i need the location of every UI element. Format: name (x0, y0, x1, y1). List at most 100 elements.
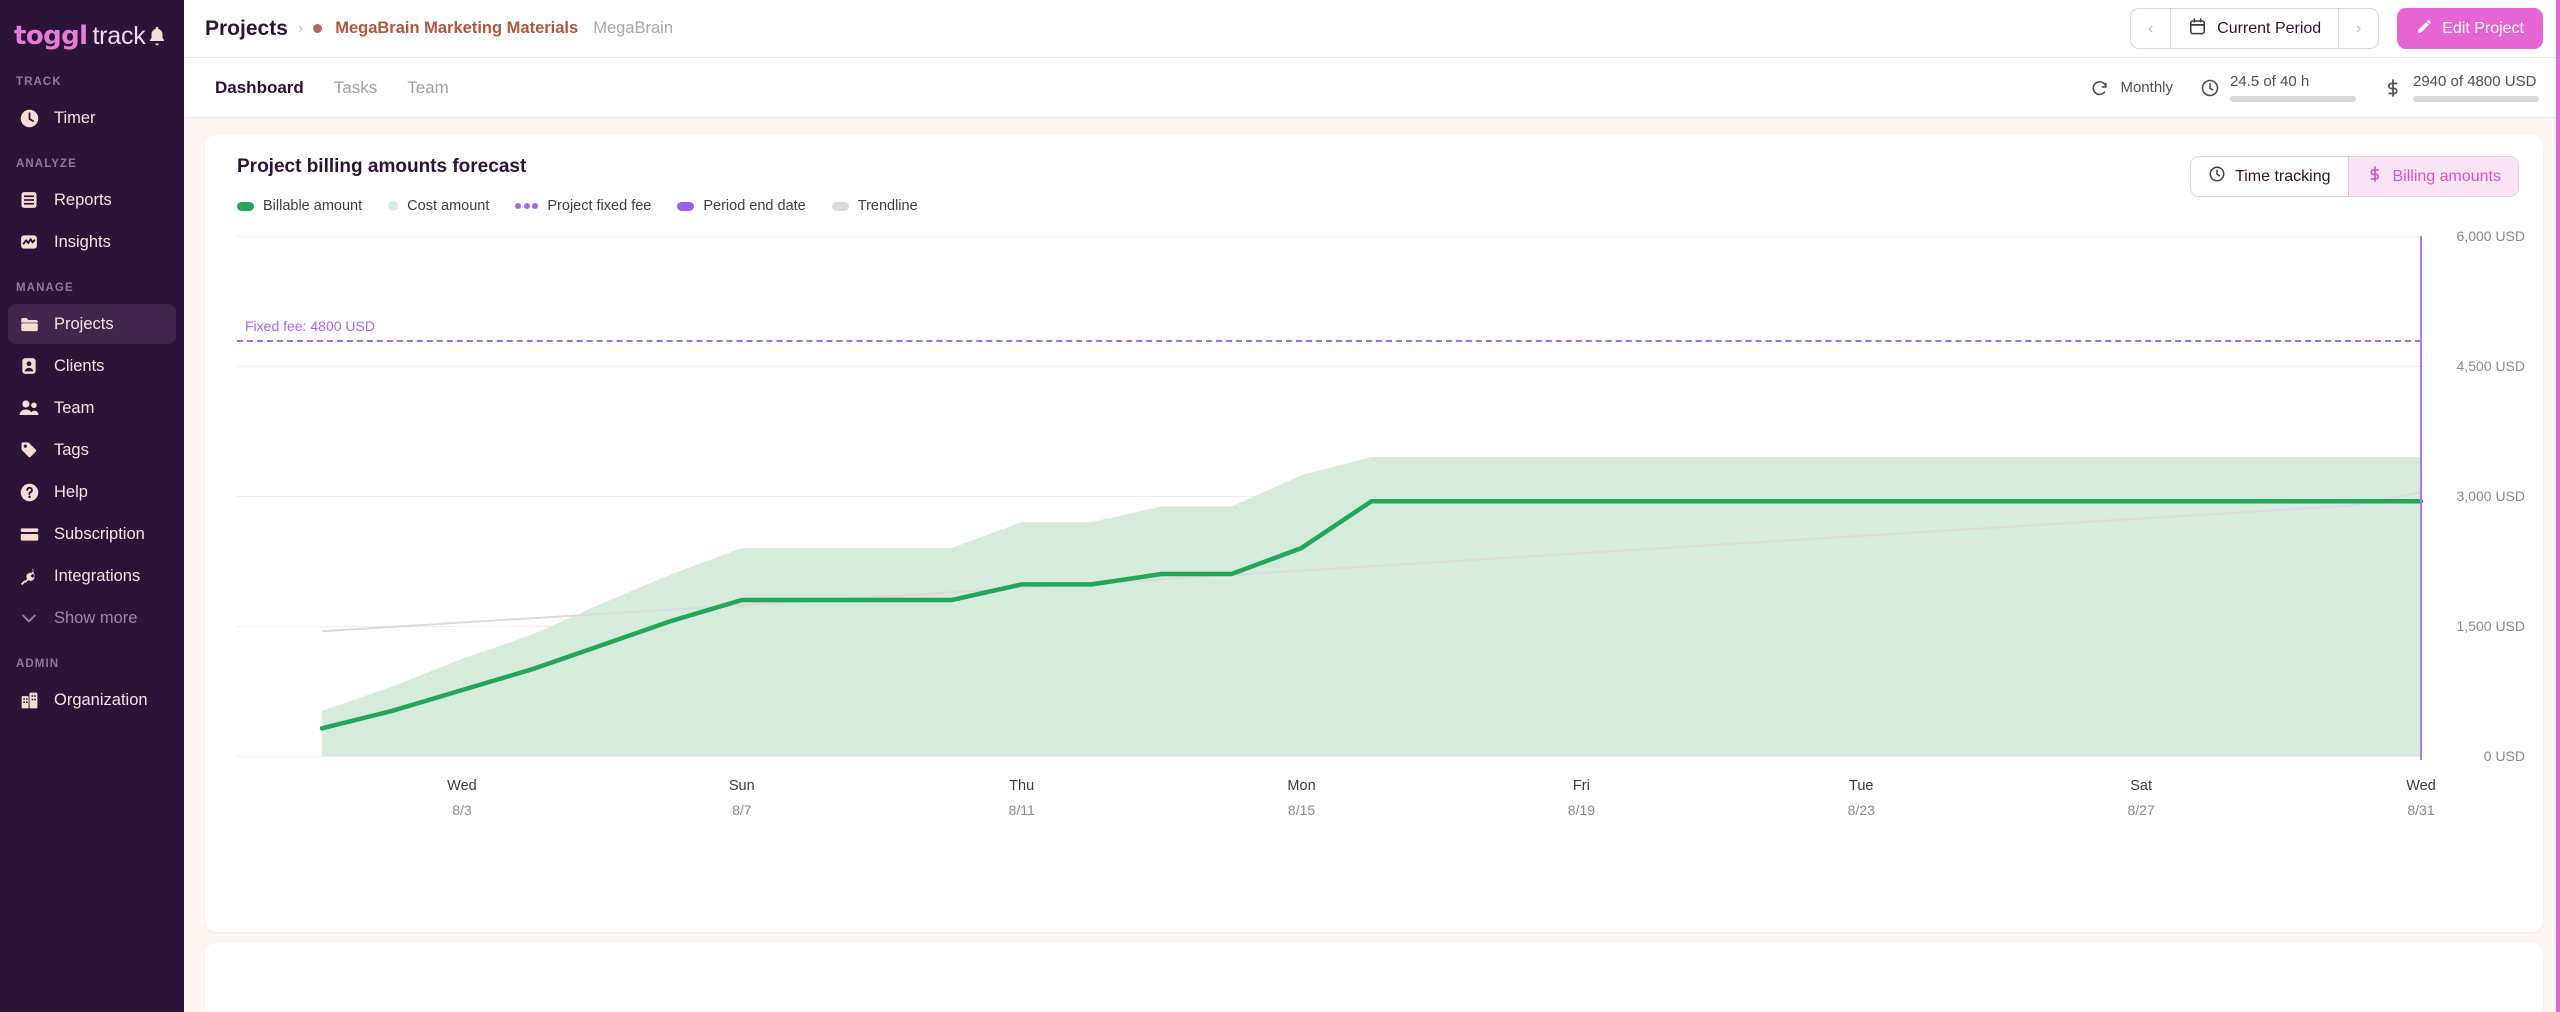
x-axis-tick: Tue 8/23 (1848, 778, 1875, 818)
sidebar-item-timer[interactable]: Timer (8, 98, 176, 138)
chart-title: Project billing amounts forecast (237, 156, 918, 178)
secondary-card (205, 943, 2543, 1012)
legend-label: Billable amount (263, 198, 362, 214)
billing-progress-bar (2413, 96, 2539, 102)
tag-icon (18, 439, 40, 461)
main-area: Projects › MegaBrain Marketing Materials… (184, 0, 2560, 1012)
sidebar: toggl track TRACK Timer ANALYZE (0, 0, 184, 1012)
chart-legend: Billable amount Cost amount Project fixe… (237, 198, 918, 214)
folder-icon (18, 313, 40, 335)
sidebar-section-label-admin: ADMIN (0, 658, 184, 678)
building-icon (18, 689, 40, 711)
header-controls: ‹ Current Period › Edit Project (2130, 8, 2543, 49)
chart-card-header: Project billing amounts forecast Billabl… (205, 156, 2543, 214)
sidebar-section-manage: MANAGE Projects Clients Team (0, 282, 184, 638)
sidebar-section-label-analyze: ANALYZE (0, 158, 184, 178)
billing-forecast-card: Project billing amounts forecast Billabl… (205, 135, 2543, 932)
top-header: Projects › MegaBrain Marketing Materials… (184, 0, 2560, 58)
legend-item-cost-amount[interactable]: Cost amount (388, 198, 489, 214)
breadcrumb-separator-icon: › (298, 20, 303, 38)
toggle-billing-amounts[interactable]: Billing amounts (2348, 157, 2519, 196)
x-axis-tick: Mon8/15 (1287, 778, 1315, 818)
x-axis-tick-date: 8/11 (1009, 802, 1035, 818)
tabs-bar: Dashboard Tasks Team Monthly 24.5 of 4 (184, 58, 2560, 118)
sidebar-item-show-more[interactable]: Show more (8, 598, 176, 638)
x-axis-tick: Sun 8/7 (729, 778, 755, 818)
legend-item-billable-amount[interactable]: Billable amount (237, 198, 362, 214)
sidebar-section-analyze: ANALYZE Reports Insights (0, 158, 184, 262)
sidebar-item-label: Subscription (54, 525, 145, 544)
sidebar-item-label: Clients (54, 357, 104, 376)
x-axis-tick-date: 8/3 (447, 802, 477, 818)
people-icon (18, 397, 40, 419)
breadcrumb-projects[interactable]: Projects (205, 17, 288, 41)
dashboard-content: Project billing amounts forecast Billabl… (184, 118, 2560, 1012)
sidebar-item-clients[interactable]: Clients (8, 346, 176, 386)
period-current-button[interactable]: Current Period (2170, 9, 2339, 48)
sidebar-item-label: Integrations (54, 567, 140, 586)
sidebar-item-insights[interactable]: Insights (8, 222, 176, 262)
recurring-stat[interactable]: Monthly (2089, 77, 2173, 98)
x-axis-tick-date: 8/7 (729, 802, 755, 818)
sidebar-item-integrations[interactable]: Integrations (8, 556, 176, 596)
sidebar-item-projects[interactable]: Projects (8, 304, 176, 344)
credit-card-icon (18, 523, 40, 545)
toggle-label: Billing amounts (2393, 168, 2502, 186)
legend-label: Period end date (703, 198, 805, 214)
x-axis-tick-day: Sat (2128, 778, 2155, 794)
sidebar-item-label: Show more (54, 609, 137, 628)
clock-icon (2199, 77, 2220, 98)
legend-swatch (832, 202, 849, 211)
chart-x-axis: Wed8/3Sun8/7Thu8/11Mon8/15Fri8/19Tue8/23… (205, 778, 2543, 838)
sidebar-item-tags[interactable]: Tags (8, 430, 176, 470)
period-next-button[interactable]: › (2339, 9, 2378, 48)
tab-team[interactable]: Team (397, 72, 459, 104)
x-axis-tick: Wed 8/3 (447, 778, 477, 818)
sidebar-item-label: Help (54, 483, 88, 502)
legend-item-project-fixed-fee[interactable]: Project fixed fee (515, 198, 651, 214)
sidebar-section-track: TRACK Timer (0, 76, 184, 138)
project-stats: Monthly 24.5 of 40 h 2 (2089, 73, 2543, 102)
pencil-icon (2416, 18, 2433, 40)
calendar-icon (2188, 17, 2207, 41)
toggl-track-logo[interactable]: toggl track (14, 21, 146, 51)
time-progress-bar (2230, 96, 2356, 102)
x-axis-tick-date: 8/23 (1848, 802, 1875, 818)
legend-item-trendline[interactable]: Trendline (832, 198, 918, 214)
toggle-time-tracking[interactable]: Time tracking (2191, 157, 2347, 196)
x-axis-tick-day: Sun (729, 778, 755, 794)
sidebar-item-subscription[interactable]: Subscription (8, 514, 176, 554)
tab-tasks[interactable]: Tasks (324, 72, 387, 104)
chevron-down-icon (18, 607, 40, 629)
legend-label: Cost amount (407, 198, 489, 214)
sidebar-item-label: Team (54, 399, 94, 418)
x-axis-tick-day: Tue (1848, 778, 1875, 794)
toggle-label: Time tracking (2235, 168, 2330, 186)
bell-icon[interactable] (146, 25, 168, 47)
x-axis-tick-date: 8/31 (2406, 802, 2436, 818)
sidebar-item-organization[interactable]: Organization (8, 680, 176, 720)
period-prev-button[interactable]: ‹ (2131, 9, 2170, 48)
sidebar-section-admin: ADMIN Organization (0, 658, 184, 720)
project-color-dot (313, 20, 325, 38)
edit-project-button[interactable]: Edit Project (2397, 8, 2543, 49)
x-axis-tick-date: 8/15 (1287, 802, 1315, 818)
question-circle-icon (18, 481, 40, 503)
logo-track-text: track (92, 22, 145, 51)
legend-label: Trendline (858, 198, 918, 214)
breadcrumb: Projects › MegaBrain Marketing Materials… (205, 17, 673, 41)
period-end-line (2420, 236, 2422, 760)
clock-icon (2208, 165, 2226, 188)
refresh-icon (2089, 77, 2110, 98)
x-axis-tick-day: Wed (447, 778, 477, 794)
sidebar-item-reports[interactable]: Reports (8, 180, 176, 220)
sidebar-item-help[interactable]: Help (8, 472, 176, 512)
report-icon (18, 189, 40, 211)
tab-dashboard[interactable]: Dashboard (205, 72, 314, 104)
sidebar-item-label: Projects (54, 315, 114, 334)
time-stat-label: 24.5 of 40 h (2230, 73, 2356, 90)
breadcrumb-project-name[interactable]: MegaBrain Marketing Materials (335, 19, 578, 38)
edit-project-label: Edit Project (2442, 20, 2524, 38)
legend-item-period-end-date[interactable]: Period end date (677, 198, 805, 214)
sidebar-item-team[interactable]: Team (8, 388, 176, 428)
